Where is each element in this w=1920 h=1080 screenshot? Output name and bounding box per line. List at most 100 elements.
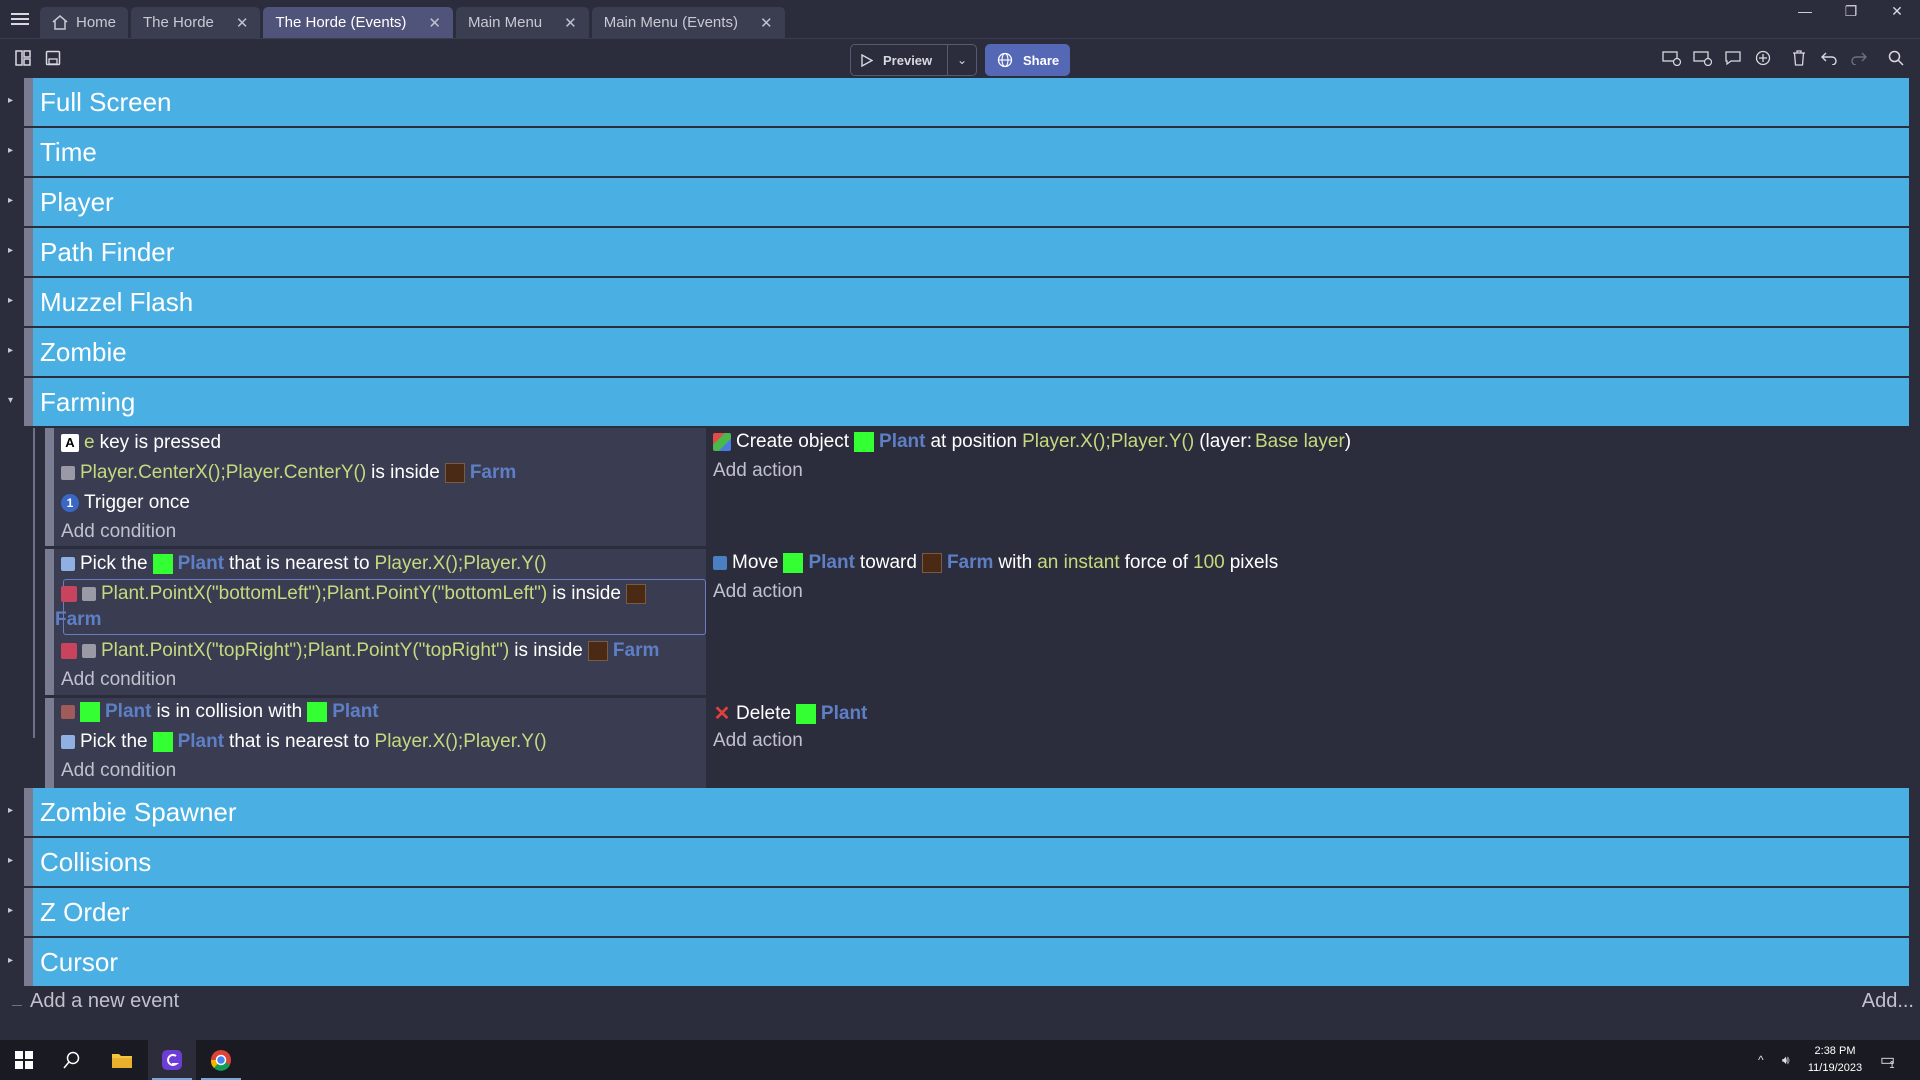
object-name: Plant <box>177 731 225 752</box>
add-action-link[interactable]: Add action <box>713 581 803 603</box>
sheet-footer: Add a new event Add... <box>0 990 1920 1020</box>
group-title: Time <box>33 128 1909 176</box>
expand-arrow-icon[interactable]: ▸ <box>8 955 20 969</box>
condition-trigger-once[interactable]: 1 Trigger once <box>61 492 190 514</box>
redo-icon[interactable] <box>1849 48 1869 68</box>
panels-icon[interactable] <box>13 48 33 68</box>
group-time[interactable]: ▸ Time <box>0 128 1920 176</box>
add-subevent-icon[interactable] <box>1693 48 1713 68</box>
close-icon[interactable]: ✕ <box>564 14 577 32</box>
share-button[interactable]: Share <box>985 44 1070 76</box>
add-condition-link[interactable]: Add condition <box>61 760 176 782</box>
undo-icon[interactable] <box>1819 48 1839 68</box>
add-more-link[interactable]: Add... <box>1862 990 1914 1013</box>
close-icon[interactable]: ✕ <box>236 14 249 32</box>
condition-key-pressed[interactable]: A e key is pressed <box>61 432 221 454</box>
group-title: Full Screen <box>33 78 1909 126</box>
tab-label: Main Menu (Events) <box>603 14 738 31</box>
expand-arrow-icon[interactable]: ▸ <box>8 855 20 869</box>
add-action-link[interactable]: Add action <box>713 730 803 752</box>
condition-pick-nearest[interactable]: Pick the Plant that is nearest to Player… <box>61 553 547 575</box>
group-zombie-spawner[interactable]: ▸ Zombie Spawner <box>0 788 1920 836</box>
event-gutter[interactable] <box>45 428 54 546</box>
group-collisions[interactable]: ▸ Collisions <box>0 838 1920 886</box>
action-delete[interactable]: ✕ Delete Plant <box>713 701 868 726</box>
notification-center-button[interactable]: ▭ 1 <box>1880 1040 1895 1080</box>
restore-icon[interactable]: ❐ <box>1831 0 1871 22</box>
add-action-link[interactable]: Add action <box>713 460 803 482</box>
object-name: Farm <box>55 609 102 630</box>
collision-icon <box>61 705 75 719</box>
condition-collision[interactable]: Plant is in collision with Plant <box>61 701 379 723</box>
delete-icon[interactable] <box>1789 48 1809 68</box>
tray-chevron-icon[interactable]: ^ <box>1758 1040 1764 1080</box>
preview-button[interactable]: Preview <box>851 45 948 75</box>
group-zombie[interactable]: ▸ Zombie <box>0 328 1920 376</box>
event-2[interactable]: Pick the Plant that is nearest to Player… <box>45 549 1910 695</box>
tab-the-horde[interactable]: The Horde ✕ <box>131 7 261 38</box>
tab-bar: Home The Horde ✕ The Horde (Events) ✕ Ma… <box>0 0 1920 38</box>
action-move-toward[interactable]: Move Plant toward Farm with an instant f… <box>713 552 1278 574</box>
window-close-icon[interactable]: ✕ <box>1877 0 1917 22</box>
invert-condition-icon <box>61 643 77 659</box>
taskbar-search-button[interactable] <box>48 1040 96 1080</box>
condition-topright-inside[interactable]: Plant.PointX("topRight");Plant.PointY("t… <box>61 640 659 662</box>
expand-arrow-icon[interactable]: ▸ <box>8 195 20 209</box>
close-icon[interactable]: ✕ <box>428 14 441 32</box>
preview-dropdown-button[interactable]: ⌄ <box>948 45 976 75</box>
tab-home[interactable]: Home <box>40 7 129 38</box>
expand-arrow-icon[interactable]: ▸ <box>8 145 20 159</box>
action-create-object[interactable]: Create object Plant at position Player.X… <box>713 431 1351 453</box>
event-1[interactable]: A e key is pressed Player.CenterX();Play… <box>45 428 1910 546</box>
main-menu-button[interactable] <box>0 0 40 38</box>
condition-bottomleft-inside[interactable]: Plant.PointX("bottomLeft");Plant.PointY(… <box>61 583 646 605</box>
start-button[interactable] <box>0 1040 48 1080</box>
expand-arrow-icon[interactable]: ▸ <box>8 245 20 259</box>
events-sheet: ▸ Full Screen ▸ Time ▸ Player ▸ Path Fin… <box>0 78 1920 988</box>
event-3[interactable]: Plant is in collision with Plant Pick th… <box>45 698 1910 792</box>
expand-arrow-icon[interactable]: ▸ <box>8 345 20 359</box>
add-condition-link[interactable]: Add condition <box>61 521 176 543</box>
event-gutter[interactable] <box>45 549 54 695</box>
group-muzzel-flash[interactable]: ▸ Muzzel Flash <box>0 278 1920 326</box>
file-explorer-button[interactable] <box>98 1040 146 1080</box>
condition-pick-nearest[interactable]: Pick the Plant that is nearest to Player… <box>61 731 547 753</box>
minimize-icon[interactable]: — <box>1785 0 1825 22</box>
group-farming[interactable]: ▾ Farming <box>0 378 1920 426</box>
pick-nearest-icon <box>61 735 75 749</box>
volume-icon[interactable]: 🔊︎ <box>1782 1040 1790 1080</box>
object-name: Plant <box>808 552 855 573</box>
event-gutter[interactable] <box>45 698 54 792</box>
close-icon[interactable]: ✕ <box>760 14 773 32</box>
group-path-finder[interactable]: ▸ Path Finder <box>0 228 1920 276</box>
tab-label: Home <box>76 14 117 31</box>
group-z-order[interactable]: ▸ Z Order <box>0 888 1920 936</box>
condition-text: is in collision with <box>156 701 303 722</box>
add-circle-icon[interactable] <box>1753 48 1773 68</box>
condition-text: Trigger once <box>84 492 190 513</box>
search-icon[interactable] <box>1886 48 1906 68</box>
add-new-event-link[interactable]: Add a new event <box>30 990 179 1013</box>
expand-arrow-icon[interactable]: ▸ <box>8 95 20 109</box>
gdevelop-taskbar-button[interactable] <box>148 1040 196 1080</box>
add-condition-link[interactable]: Add condition <box>61 669 176 691</box>
group-gutter <box>24 278 33 326</box>
comment-icon[interactable] <box>1723 48 1743 68</box>
action-text: pixels <box>1229 552 1279 573</box>
expand-arrow-icon[interactable]: ▸ <box>8 295 20 309</box>
expand-arrow-icon[interactable]: ▸ <box>8 805 20 819</box>
tab-main-menu-events[interactable]: Main Menu (Events) ✕ <box>591 7 785 38</box>
collapse-arrow-icon[interactable]: ▾ <box>8 395 20 409</box>
add-event-icon[interactable] <box>1662 48 1682 68</box>
expand-arrow-icon[interactable]: ▸ <box>8 905 20 919</box>
taskbar-clock[interactable]: 2:38 PM 11/19/2023 <box>1800 1043 1870 1077</box>
tab-main-menu[interactable]: Main Menu ✕ <box>455 7 589 38</box>
save-icon[interactable] <box>43 48 63 68</box>
group-cursor[interactable]: ▸ Cursor <box>0 938 1920 986</box>
group-full-screen[interactable]: ▸ Full Screen <box>0 78 1920 126</box>
condition-is-inside[interactable]: Player.CenterX();Player.CenterY() is ins… <box>61 462 516 484</box>
chrome-taskbar-button[interactable] <box>197 1040 245 1080</box>
condition-expression: Player.X();Player.Y() <box>374 731 547 752</box>
tab-the-horde-events[interactable]: The Horde (Events) ✕ <box>263 7 453 38</box>
group-player[interactable]: ▸ Player <box>0 178 1920 226</box>
